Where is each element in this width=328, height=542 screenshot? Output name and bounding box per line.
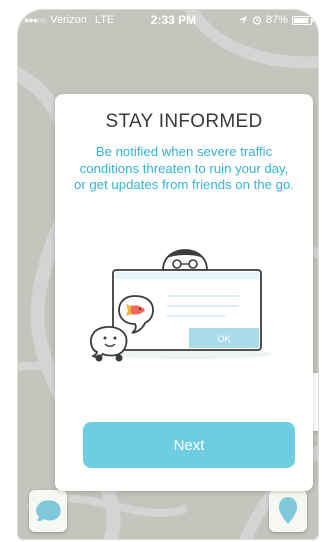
- waze-mascot-icon: [90, 326, 128, 362]
- network-type: LTE: [94, 14, 115, 26]
- battery-level: [294, 17, 308, 23]
- phone-screen: ●●●○○ Verizon LTE 2:33 PM 87% STAY INFOR…: [17, 9, 319, 540]
- carrier-group: ●●●○○ Verizon LTE: [24, 14, 129, 26]
- report-button[interactable]: [269, 490, 307, 532]
- carrier-name: Verizon: [50, 14, 87, 26]
- screenshot-frame: ●●●○○ Verizon LTE 2:33 PM 87% STAY INFOR…: [0, 0, 328, 542]
- status-bar: ●●●○○ Verizon LTE 2:33 PM 87%: [18, 10, 318, 30]
- next-button[interactable]: Next: [83, 422, 295, 468]
- notification-illustration: OK: [90, 249, 273, 362]
- dialog-title: STAY INFORMED: [105, 111, 263, 132]
- signal-icon: ●●●○○: [24, 15, 47, 25]
- stay-informed-dialog: STAY INFORMED Be notified when severe tr…: [55, 94, 313, 491]
- battery-icon: [292, 15, 314, 25]
- battery-percent: 87%: [265, 14, 288, 26]
- map-pin-icon: [279, 497, 297, 524]
- waze-icon: [36, 500, 61, 522]
- alarm-icon: [252, 16, 262, 25]
- clock: 2:33 PM: [150, 13, 197, 27]
- status-right: 87%: [238, 14, 314, 26]
- illustration-ok-label: OK: [217, 334, 230, 344]
- location-arrow-icon: [238, 16, 247, 24]
- friend-avatar-illustration: [162, 249, 208, 271]
- wazer-menu-button[interactable]: [29, 490, 67, 532]
- dialog-description: Be notified when severe traffic conditio…: [74, 144, 294, 192]
